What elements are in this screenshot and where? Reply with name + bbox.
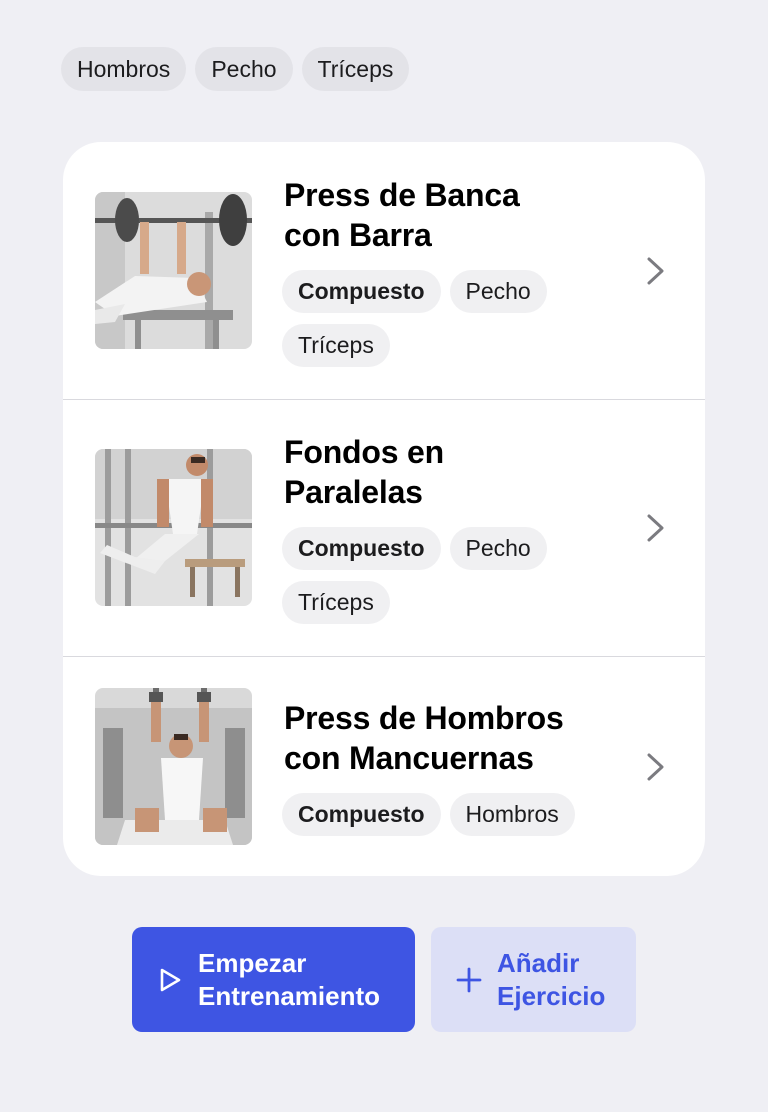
tag-pecho: Pecho bbox=[449, 270, 547, 313]
chevron-right-icon bbox=[647, 753, 664, 781]
tag-compuesto: Compuesto bbox=[282, 270, 441, 313]
muscle-filter-bar: Hombros Pecho Tríceps bbox=[61, 47, 410, 91]
tag-compuesto: Compuesto bbox=[282, 527, 441, 570]
filter-chip-pecho[interactable]: Pecho bbox=[195, 47, 293, 91]
chevron-right-icon bbox=[647, 514, 664, 542]
exercise-row-bench-press[interactable]: Press de Banca con Barra Compuesto Pecho… bbox=[63, 142, 705, 399]
tag-hombros: Hombros bbox=[449, 793, 575, 836]
add-exercise-label-line2: Ejercicio bbox=[497, 980, 606, 1011]
exercise-tags: Compuesto Pecho Tríceps bbox=[282, 270, 612, 367]
start-workout-button[interactable]: Empezar Entrenamiento bbox=[132, 927, 415, 1032]
exercise-title: Press de Banca con Barra bbox=[284, 177, 520, 253]
parallel-dips-thumbnail bbox=[95, 449, 252, 606]
exercise-tags: Compuesto Hombros bbox=[282, 793, 612, 836]
add-exercise-label-line1: Añadir bbox=[497, 947, 580, 978]
tag-triceps: Tríceps bbox=[282, 581, 390, 624]
exercise-title: Press de Hombros con Mancuernas bbox=[284, 700, 564, 776]
plus-icon bbox=[456, 967, 482, 992]
exercise-row-parallel-dips[interactable]: Fondos en Paralelas Compuesto Pecho Tríc… bbox=[63, 400, 705, 656]
bench-press-thumbnail bbox=[95, 192, 252, 349]
chevron-right-icon bbox=[647, 257, 664, 285]
start-workout-label-line1: Empezar bbox=[198, 947, 307, 978]
add-exercise-button[interactable]: Añadir Ejercicio bbox=[431, 927, 636, 1032]
filter-chip-hombros[interactable]: Hombros bbox=[61, 47, 187, 91]
filter-chip-triceps[interactable]: Tríceps bbox=[301, 47, 410, 91]
exercise-row-3-content: Press de Hombros con Mancuernas Compuest… bbox=[63, 657, 705, 876]
tag-pecho: Pecho bbox=[449, 527, 547, 570]
exercise-tags: Compuesto Pecho Tríceps bbox=[282, 527, 612, 624]
exercise-title: Fondos en Paralelas bbox=[284, 434, 444, 510]
tag-triceps: Tríceps bbox=[282, 324, 390, 367]
play-icon bbox=[160, 968, 181, 991]
tag-compuesto: Compuesto bbox=[282, 793, 441, 836]
start-workout-label-line2: Entrenamiento bbox=[198, 980, 381, 1011]
